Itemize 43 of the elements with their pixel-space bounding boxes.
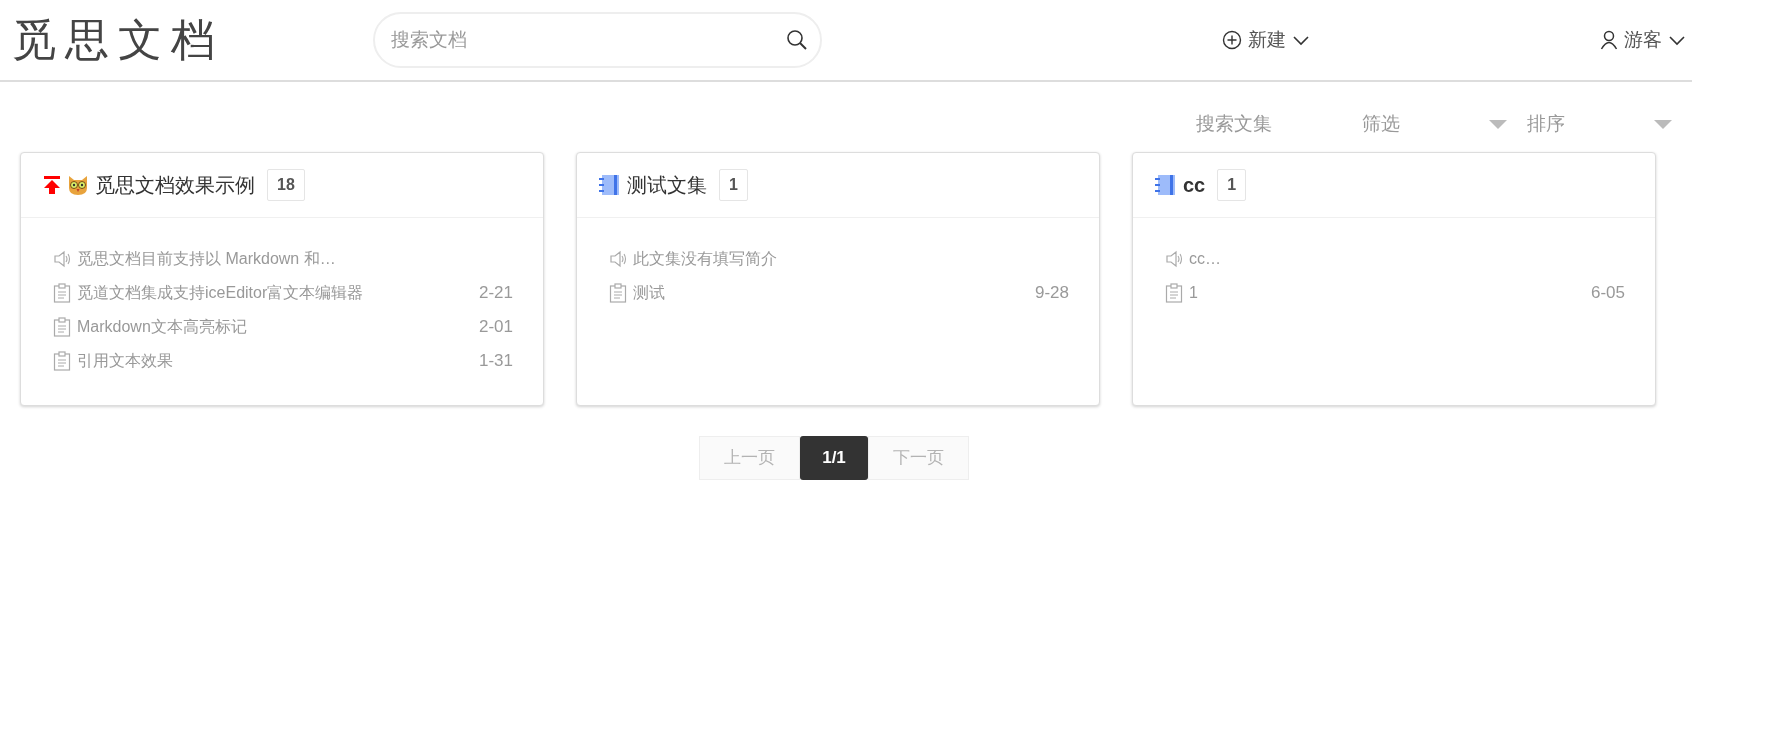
collection-intro: cc… <box>1189 249 1221 269</box>
plus-circle-icon <box>1222 30 1242 50</box>
caret-down-icon <box>1489 119 1507 129</box>
document-date: 2-21 <box>478 282 513 305</box>
clipboard-icon <box>609 283 627 303</box>
caret-down-icon <box>1654 119 1672 129</box>
document-link[interactable]: 1 <box>1189 281 1198 305</box>
search-icon <box>786 29 808 51</box>
document-date: 6-05 <box>1590 282 1625 305</box>
document-link[interactable]: 引用文本效果 <box>77 349 173 373</box>
document-date: 1-31 <box>478 350 513 373</box>
clipboard-icon <box>53 317 71 337</box>
user-icon <box>1600 30 1618 50</box>
current-page-button[interactable]: 1/1 <box>800 436 868 480</box>
collection-intro: 此文集没有填写简介 <box>633 249 777 269</box>
pin-top-icon <box>43 175 61 195</box>
collection-title[interactable]: cc <box>1183 170 1206 200</box>
document-date: 9-28 <box>1034 282 1069 305</box>
sort-dropdown[interactable]: 排序 <box>1527 96 1672 152</box>
notebook-icon <box>1155 174 1177 196</box>
search-collections-field[interactable]: 搜索文集 <box>1196 109 1272 139</box>
clipboard-icon <box>53 283 71 303</box>
new-menu-button[interactable]: 新建 <box>1222 25 1310 55</box>
clipboard-icon <box>1165 283 1183 303</box>
document-date: 2-01 <box>478 316 513 339</box>
document-count: 1 <box>1217 169 1247 201</box>
search-field[interactable]: 搜索文档 <box>373 12 822 68</box>
document-count: 1 <box>719 169 748 201</box>
document-count: 18 <box>267 169 305 201</box>
document-link[interactable]: 觅道文档集成支持iceEditor富文本编辑器 <box>77 281 364 305</box>
speaker-icon <box>53 250 71 268</box>
document-link[interactable]: 测试 <box>633 281 665 305</box>
notebook-icon <box>599 174 621 196</box>
speaker-icon <box>1165 250 1183 268</box>
clipboard-icon <box>53 351 71 371</box>
collection-title[interactable]: 觅思文档效果示例 <box>95 170 255 200</box>
speaker-icon <box>609 250 627 268</box>
collection-intro: 觅思文档目前支持以 Markdown 和… <box>77 249 336 269</box>
user-menu-button[interactable]: 游客 <box>1600 25 1686 55</box>
logo-text: 觅思文档 <box>12 13 225 67</box>
document-link[interactable]: Markdown文本高亮标记 <box>77 315 247 339</box>
collection-title[interactable]: 测试文集 <box>627 170 707 200</box>
filter-dropdown[interactable]: 筛选 <box>1362 96 1527 152</box>
